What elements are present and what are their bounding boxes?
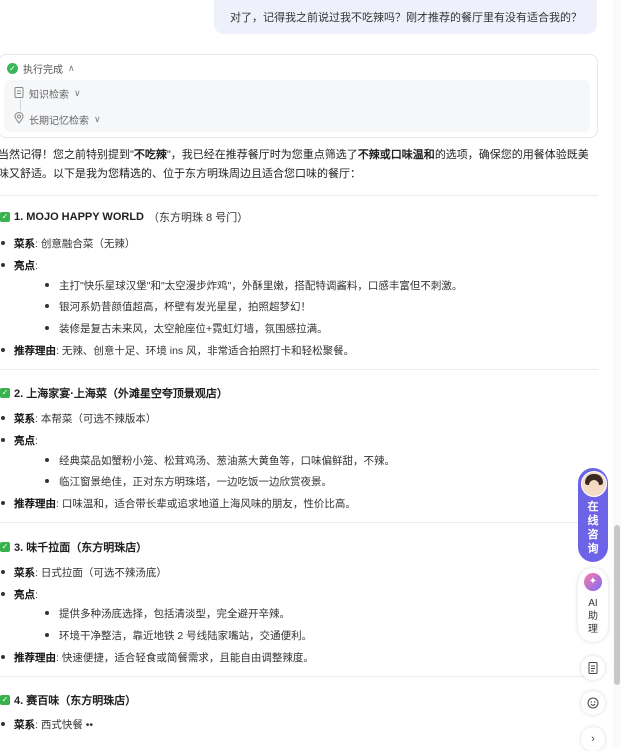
list-item: 亮点:	[1, 260, 38, 272]
step-label: 长期记忆检索	[29, 116, 89, 127]
consult-char: 线	[587, 515, 599, 527]
list-item: 亮点:	[1, 589, 38, 601]
item-label: 亮点	[14, 589, 35, 601]
ai-char: 理	[588, 624, 598, 635]
list-item: 推荐理由: 无辣、创意十足、环境 ins 风，非常适合拍照打卡和轻松聚餐。	[0, 343, 355, 358]
list-item: 菜系: 西式快餐 ••	[0, 717, 94, 732]
list-item: 菜系: 日式拉面（可选不辣汤底）	[1, 565, 167, 580]
consult-char: 在	[587, 501, 599, 513]
document-icon	[588, 662, 598, 675]
divider	[0, 369, 598, 370]
item-label: 菜系	[14, 413, 35, 425]
item-value: : 口味温和，适合带长辈或追求地道上海风味的朋友，性价比高。	[56, 498, 356, 510]
online-consult-button[interactable]: 在 线 咨 询	[578, 468, 608, 562]
item-label: 推荐理由	[14, 498, 56, 510]
sub-list-item: 提供多种汤底选择，包括清淡型，完全避开辛辣。	[45, 608, 290, 620]
restaurant-name: 4. 赛百味（东方明珠店）	[14, 695, 137, 707]
step-label: 知识检索	[29, 90, 69, 101]
sub-list-item: 银河系奶昔颜值超高，杯壁有发光星星，拍照超梦幻！	[45, 301, 311, 313]
item-label: 亮点	[14, 260, 35, 272]
list-item: 菜系: 创意融合菜（无辣）	[0, 236, 136, 251]
sub-list-item: 经典菜品如蟹粉小笼、松茸鸡汤、葱油蒸大黄鱼等，口味偏鲜甜，不辣。	[45, 455, 395, 467]
restaurant-title: ✓ 3. 味千拉面（东方明珠店）	[0, 539, 147, 555]
user-message-text: 对了，记得我之前说过我不吃辣吗？刚才推荐的餐厅里有没有适合我的？	[230, 12, 582, 24]
scroll-down-button[interactable]: ›	[581, 727, 605, 751]
memory-pin-icon	[14, 112, 24, 127]
restaurant-name: 3. 味千拉面（东方明珠店）	[14, 542, 148, 554]
sub-list-item: 环境干净整洁，靠近地铁 2 号线陆家嘴站，交通便利。	[44, 630, 313, 642]
item-value: : 西式快餐 ••	[35, 719, 94, 731]
divider	[0, 195, 598, 196]
consult-char: 询	[587, 543, 599, 555]
chevron-right-icon: ›	[591, 733, 595, 745]
list-item: 推荐理由: 口味温和，适合带长辈或追求地道上海风味的朋友，性价比高。	[1, 496, 356, 511]
item-value: : 日式拉面（可选不辣汤底）	[35, 567, 167, 579]
execution-status-card: ✓ 执行完成 ∧ 知识检索 ∨ 长期记忆检索 ∨	[0, 54, 598, 138]
restaurant-address: （东方明珠 8 号门）	[147, 212, 249, 224]
checkbox-icon: ✓	[0, 388, 10, 398]
intro-text: "，我已经在推荐餐厅时为您重点筛选了	[166, 149, 358, 161]
restaurant-name: 2. 上海家宴·上海菜（外滩星空夸顶景观店）	[14, 388, 228, 400]
document-button[interactable]	[581, 656, 605, 680]
divider	[0, 676, 598, 677]
item-label: 亮点	[14, 435, 35, 447]
restaurant-title: ✓ 2. 上海家宴·上海菜（外滩星空夸顶景观店）	[0, 385, 228, 401]
answer-intro: 当然记得！您之前特别提到"不吃辣"，我已经在推荐餐厅时为您重点筛选了不辣或口味温…	[0, 146, 602, 184]
list-item: 亮点:	[1, 435, 38, 447]
ai-assistant-button[interactable]: ✦ AI 助 理	[578, 568, 608, 642]
avatar	[581, 471, 607, 497]
step-knowledge-search[interactable]: 知识检索 ∨	[14, 86, 81, 101]
list-item: 菜系: 本帮菜（可选不辣版本）	[0, 411, 157, 426]
item-label: 菜系	[14, 238, 35, 250]
intro-bold: 不吃辣	[133, 149, 167, 161]
intro-line-1: 当然记得！您之前特别提到"不吃辣"，我已经在推荐餐厅时为您重点筛选了不辣或口味温…	[0, 146, 602, 165]
divider	[0, 522, 598, 523]
intro-text: 的选项，确保您的用餐体验既美	[434, 149, 589, 161]
sub-list-item: 装修是复古未来风，太空舱座位+霓虹灯墙，氛围感拉满。	[45, 323, 328, 335]
check-circle-icon: ✓	[7, 63, 18, 74]
item-label: 菜系	[14, 567, 35, 579]
checkbox-icon: ✓	[0, 695, 10, 705]
document-icon	[14, 86, 24, 101]
execution-status-toggle[interactable]: ✓ 执行完成 ∧	[7, 61, 75, 76]
sub-list-item: 临江窗景绝佳，正对东方明珠塔，一边吃饭一边欣赏夜景。	[45, 476, 332, 488]
chevron-down-icon: ∨	[74, 88, 81, 98]
item-label: 推荐理由	[14, 345, 56, 357]
item-value: : 本帮菜（可选不辣版本）	[35, 413, 157, 425]
checkbox-icon: ✓	[0, 542, 10, 552]
consult-char: 咨	[587, 529, 599, 541]
chevron-up-icon: ∧	[68, 63, 75, 73]
intro-bold: 不辣或口味温和	[357, 149, 435, 161]
item-label: 菜系	[14, 719, 35, 731]
item-value: : 快速便捷，适合轻食或简餐需求，且能自由调整辣度。	[56, 652, 314, 664]
intro-line-2: 味又舒适。以下是我为您精选的、位于东方明珠周边且适合您口味的餐厅：	[0, 168, 361, 180]
chevron-down-icon: ∨	[94, 114, 101, 124]
smiley-icon	[587, 697, 599, 709]
ai-char: AI	[588, 598, 598, 609]
checkbox-icon: ✓	[0, 212, 10, 222]
execution-status-label: 执行完成	[23, 65, 63, 76]
intro-text: 当然记得！您之前特别提到"	[0, 149, 134, 161]
ai-assistant-icon: ✦	[584, 573, 602, 591]
step-connector	[20, 99, 21, 111]
list-item: 推荐理由: 快速便捷，适合轻食或简餐需求，且能自由调整辣度。	[1, 650, 314, 665]
user-message-bubble: 对了，记得我之前说过我不吃辣吗？刚才推荐的餐厅里有没有适合我的？	[214, 0, 597, 34]
item-value: : 创意融合菜（无辣）	[35, 238, 136, 250]
sub-list-item: 主打"快乐星球汉堡"和"太空漫步炸鸡"，外酥里嫩，搭配特调酱料，口感丰富但不刺激…	[44, 280, 463, 292]
restaurant-title: ✓ 1. MOJO HAPPY WORLD （东方明珠 8 号门）	[0, 209, 248, 225]
execution-steps: 知识检索 ∨ 长期记忆检索 ∨	[4, 80, 590, 132]
restaurant-title: ✓ 4. 赛百味（东方明珠店）	[0, 692, 136, 708]
scrollbar-thumb[interactable]	[614, 525, 620, 685]
restaurant-name: 1. MOJO HAPPY WORLD	[14, 211, 144, 223]
feedback-button[interactable]	[581, 691, 605, 715]
step-memory-search[interactable]: 长期记忆检索 ∨	[14, 112, 101, 127]
ai-char: 助	[588, 611, 598, 622]
item-value: : 无辣、创意十足、环境 ins 风，非常适合拍照打卡和轻松聚餐。	[56, 345, 355, 357]
item-label: 推荐理由	[14, 652, 56, 664]
